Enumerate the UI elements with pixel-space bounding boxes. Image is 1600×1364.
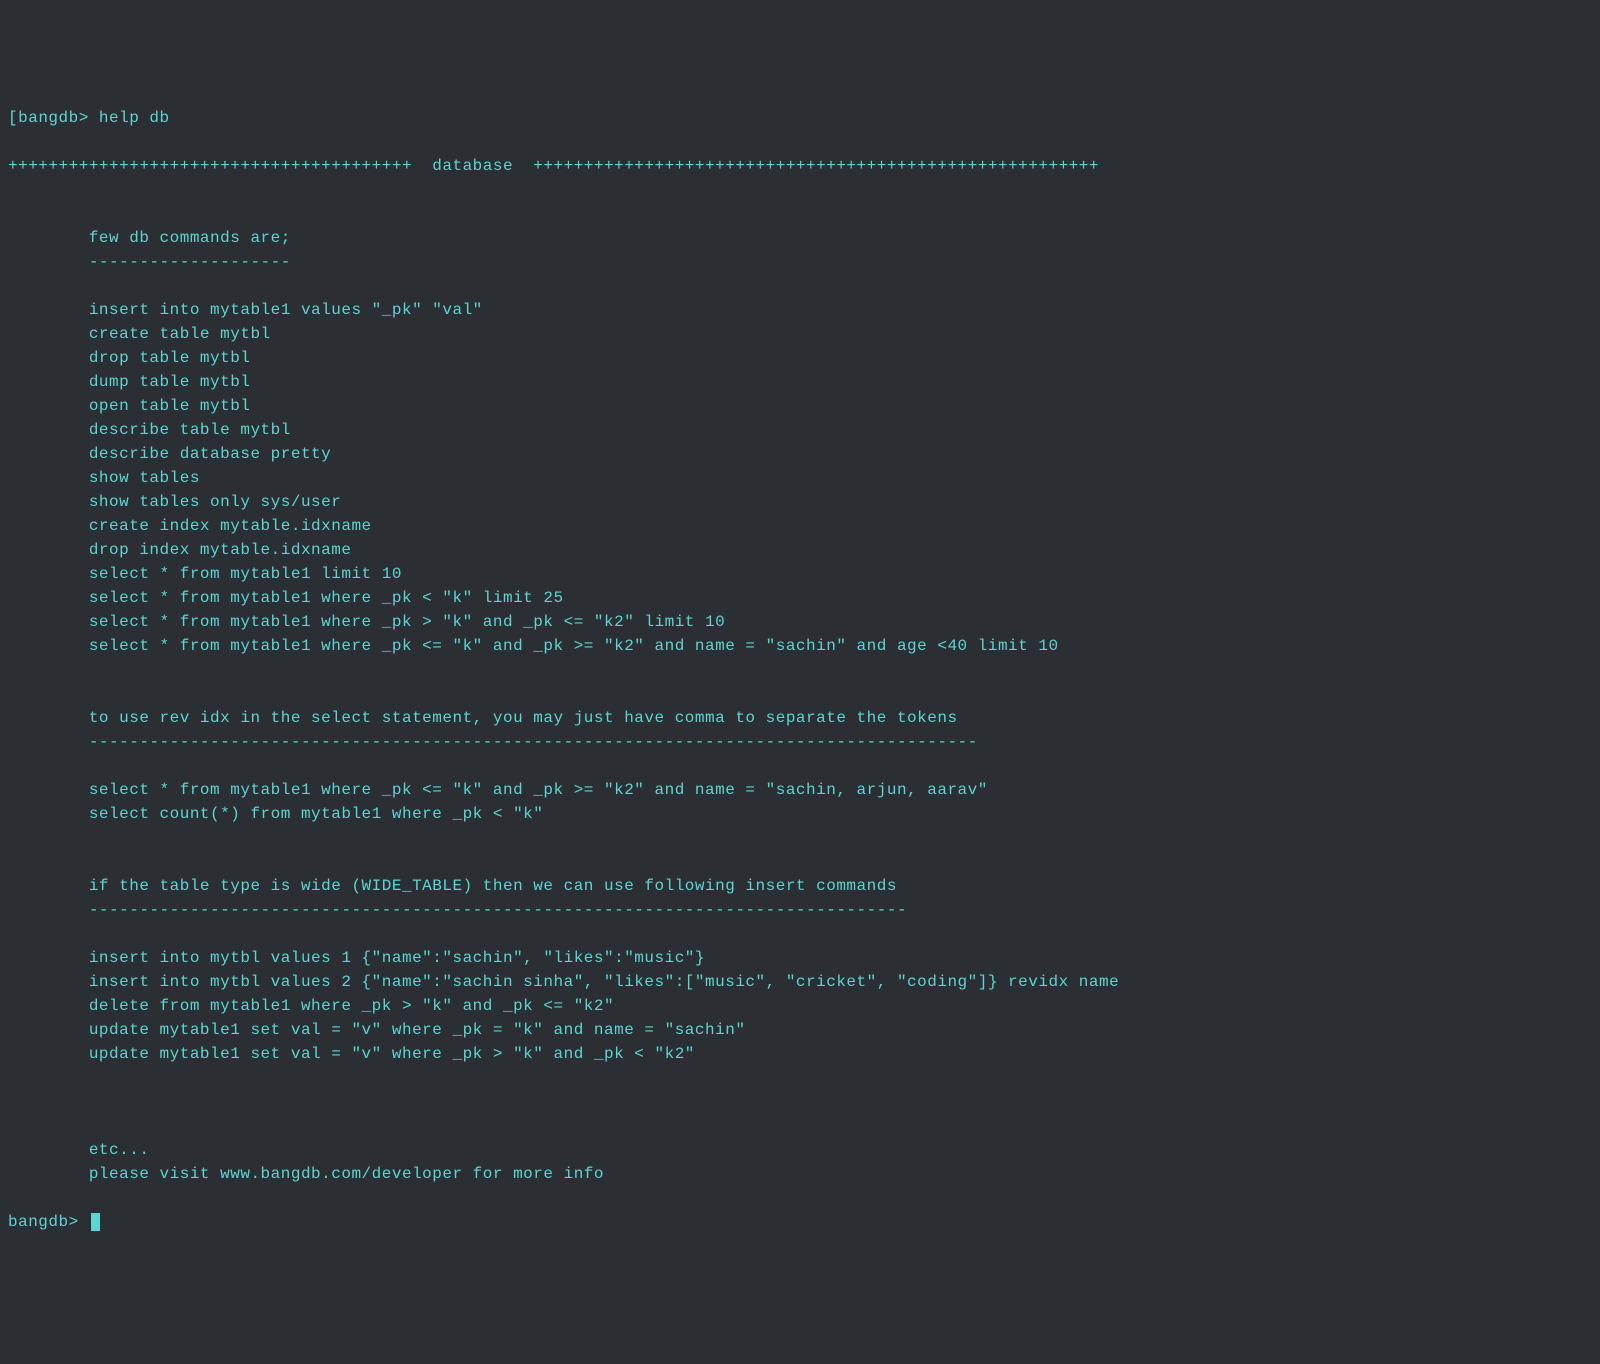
help-line: select count(*) from mytable1 where _pk … xyxy=(8,805,543,823)
intro-dashes: -------------------- xyxy=(8,253,291,271)
help-line: create table mytbl xyxy=(8,325,271,343)
prompt-line[interactable]: bangdb> xyxy=(8,1210,1592,1234)
cursor-icon xyxy=(91,1213,100,1231)
note-line: if the table type is wide (WIDE_TABLE) t… xyxy=(8,877,897,895)
help-line: dump table mytbl xyxy=(8,373,250,391)
note-line: to use rev idx in the select statement, … xyxy=(8,709,958,727)
prompt-prefix: bangdb> xyxy=(8,1210,89,1234)
section-header: ++++++++++++++++++++++++++++++++++++++++… xyxy=(8,157,1099,175)
help-line: select * from mytable1 where _pk <= "k" … xyxy=(8,781,988,799)
prompt-bracket: [ xyxy=(8,109,18,127)
help-line: show tables xyxy=(8,469,200,487)
note-dashes: ----------------------------------------… xyxy=(8,733,978,751)
help-line: insert into mytable1 values "_pk" "val" xyxy=(8,301,483,319)
help-line: show tables only sys/user xyxy=(8,493,341,511)
help-line: drop table mytbl xyxy=(8,349,250,367)
etc-line: etc... xyxy=(8,1141,149,1159)
help-line: open table mytbl xyxy=(8,397,250,415)
help-line: describe database pretty xyxy=(8,445,331,463)
help-line: create index mytable.idxname xyxy=(8,517,372,535)
help-line: delete from mytable1 where _pk > "k" and… xyxy=(8,997,614,1015)
intro-line: few db commands are; xyxy=(8,229,291,247)
help-line: select * from mytable1 where _pk > "k" a… xyxy=(8,613,725,631)
footer-line: please visit www.bangdb.com/developer fo… xyxy=(8,1165,604,1183)
help-line: select * from mytable1 where _pk <= "k" … xyxy=(8,637,1059,655)
help-line: select * from mytable1 where _pk < "k" l… xyxy=(8,589,564,607)
help-line: insert into mytbl values 2 {"name":"sach… xyxy=(8,973,1119,991)
help-line: describe table mytbl xyxy=(8,421,291,439)
command-text: help db xyxy=(99,109,170,127)
terminal-output: [bangdb> help db +++++++++++++++++++++++… xyxy=(8,106,1592,1234)
help-line: update mytable1 set val = "v" where _pk … xyxy=(8,1045,695,1063)
help-line: update mytable1 set val = "v" where _pk … xyxy=(8,1021,745,1039)
prompt-prefix: bangdb> xyxy=(18,109,99,127)
note-dashes: ----------------------------------------… xyxy=(8,901,907,919)
help-line: insert into mytbl values 1 {"name":"sach… xyxy=(8,949,705,967)
help-line: select * from mytable1 limit 10 xyxy=(8,565,402,583)
help-line: drop index mytable.idxname xyxy=(8,541,351,559)
